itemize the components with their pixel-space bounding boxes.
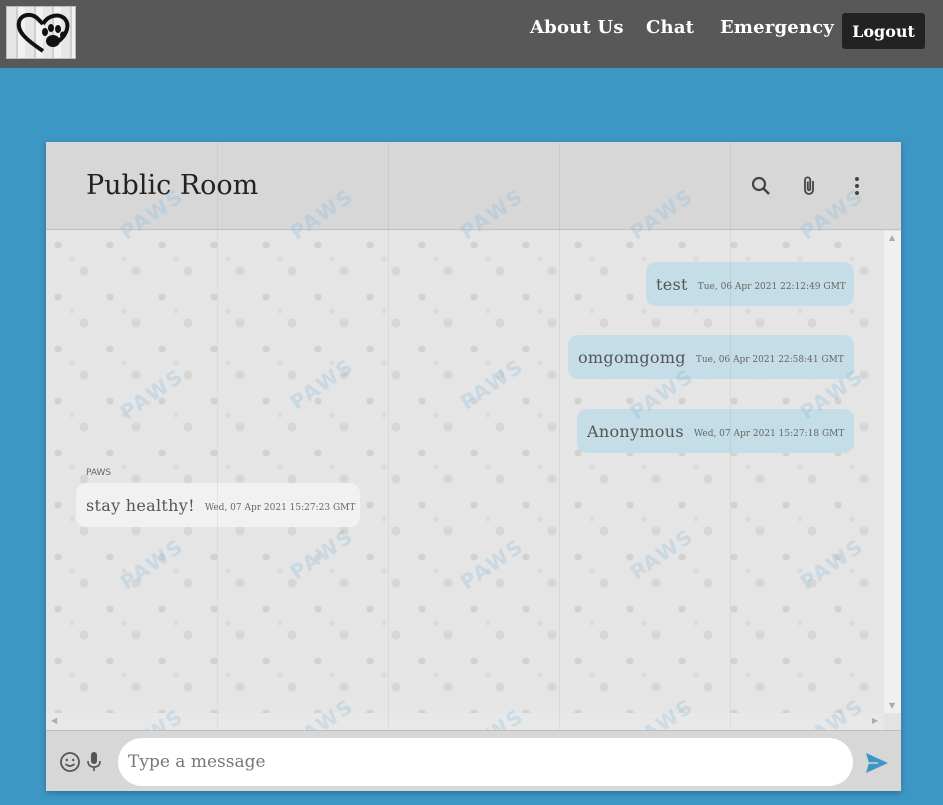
bg-divider	[388, 142, 389, 791]
horizontal-scrollbar[interactable]: ◀ ▶	[46, 713, 884, 730]
message-input[interactable]	[118, 738, 853, 786]
microphone-icon[interactable]	[86, 751, 102, 773]
paperclip-icon[interactable]	[797, 174, 821, 198]
message-text: omgomgomg	[578, 347, 686, 367]
message-text: stay healthy!	[86, 495, 195, 515]
scroll-right-icon[interactable]: ▶	[872, 716, 878, 725]
message-bubble: test Tue, 06 Apr 2021 22:12:49 GMT	[646, 262, 854, 306]
navbar: About Us Chat Emergency Logout	[0, 0, 943, 68]
nav-about-us[interactable]: About Us	[530, 17, 624, 38]
room-title: Public Room	[86, 170, 259, 201]
message-time: Tue, 06 Apr 2021 22:12:49 GMT	[697, 281, 846, 292]
logout-button[interactable]: Logout	[842, 13, 925, 49]
bg-divider	[217, 142, 218, 791]
scroll-left-icon[interactable]: ◀	[51, 716, 57, 725]
more-vert-icon[interactable]	[845, 174, 869, 198]
message-time: Wed, 07 Apr 2021 15:27:23 GMT	[204, 502, 356, 513]
scroll-down-icon[interactable]: ▼	[889, 701, 895, 710]
message-list[interactable]: test Tue, 06 Apr 2021 22:12:49 GMT omgom…	[46, 231, 884, 713]
nav-chat[interactable]: Chat	[646, 17, 694, 38]
message-composer	[46, 730, 901, 791]
scroll-up-icon[interactable]: ▲	[889, 233, 895, 242]
message-text: test	[656, 274, 688, 294]
chat-header: Public Room	[46, 142, 901, 230]
chat-window: Public Room test Tue, 06 Apr 2021 22:12:…	[46, 142, 901, 791]
message-bubble: Anonymous Wed, 07 Apr 2021 15:27:18 GMT	[577, 409, 854, 453]
search-icon[interactable]	[749, 174, 773, 198]
site-logo[interactable]	[6, 6, 76, 59]
bg-divider	[730, 142, 731, 791]
message-time: Tue, 06 Apr 2021 22:58:41 GMT	[695, 354, 844, 365]
send-icon[interactable]	[865, 752, 889, 774]
message-time: Wed, 07 Apr 2021 15:27:18 GMT	[693, 428, 845, 439]
message-text: Anonymous	[587, 421, 684, 441]
vertical-scrollbar[interactable]: ▲ ▼	[884, 231, 901, 713]
emoji-icon[interactable]	[59, 751, 81, 773]
nav-emergency[interactable]: Emergency	[720, 17, 834, 38]
message-sender: PAWS	[86, 468, 112, 478]
bg-divider	[559, 142, 560, 791]
message-bubble: stay healthy! Wed, 07 Apr 2021 15:27:23 …	[76, 483, 360, 527]
message-bubble: omgomgomg Tue, 06 Apr 2021 22:58:41 GMT	[568, 335, 854, 379]
heart-paw-logo-icon	[16, 13, 70, 53]
